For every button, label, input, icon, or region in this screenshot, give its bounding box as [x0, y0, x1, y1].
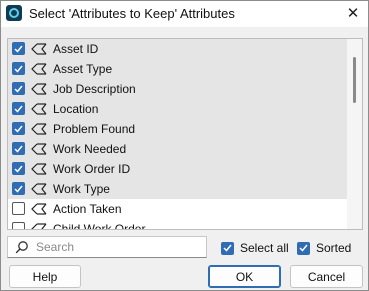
ok-button[interactable]: OK	[208, 265, 281, 288]
attribute-label: Problem Found	[53, 122, 136, 136]
attribute-row[interactable]: Problem Found	[8, 119, 347, 139]
attribute-checkbox[interactable]	[12, 122, 25, 135]
dialog-title: Select 'Attributes to Keep' Attributes	[29, 6, 235, 21]
attribute-checkbox[interactable]	[12, 182, 25, 195]
attribute-checkbox[interactable]	[12, 162, 25, 175]
attribute-row[interactable]: Work Needed	[8, 139, 347, 159]
attribute-checkbox[interactable]	[12, 142, 25, 155]
select-all-option[interactable]: Select all	[221, 240, 289, 256]
attribute-label: Work Order ID	[53, 162, 131, 176]
attribute-tag-icon	[31, 103, 47, 115]
attribute-row[interactable]: Asset ID	[8, 39, 347, 59]
close-icon: ✕	[346, 5, 360, 22]
attribute-label: Asset ID	[53, 42, 99, 56]
attribute-row[interactable]: Work Order ID	[8, 159, 347, 179]
attribute-tag-icon	[31, 183, 47, 195]
attribute-checkbox[interactable]	[12, 42, 25, 55]
title-bar: Select 'Attributes to Keep' Attributes ✕	[1, 1, 368, 27]
attribute-list[interactable]: Asset ID Asset Type Job Description Locatio…	[7, 38, 363, 230]
cancel-button[interactable]: Cancel	[290, 265, 363, 288]
select-all-checkbox[interactable]	[221, 241, 234, 255]
attribute-tag-icon	[31, 143, 47, 155]
attribute-label: Asset Type	[53, 62, 113, 76]
attribute-label: Child Work Order	[53, 222, 146, 230]
attribute-picker-dialog: Select 'Attributes to Keep' Attributes ✕…	[0, 0, 369, 291]
scrollbar-thumb[interactable]	[353, 57, 356, 103]
attribute-tag-icon	[31, 223, 47, 229]
sorted-checkbox[interactable]	[297, 241, 310, 255]
search-input[interactable]	[36, 239, 201, 255]
attribute-tag-icon	[31, 163, 47, 175]
attribute-row[interactable]: Asset Type	[8, 59, 347, 79]
attribute-checkbox[interactable]	[12, 62, 25, 75]
attribute-row[interactable]: Action Taken	[8, 199, 347, 219]
sorted-option[interactable]: Sorted	[297, 240, 351, 256]
attribute-tag-icon	[31, 83, 47, 95]
search-icon	[15, 241, 28, 254]
attribute-checkbox[interactable]	[12, 222, 25, 229]
attribute-label: Work Type	[53, 182, 110, 196]
attribute-checkbox[interactable]	[12, 102, 25, 115]
select-all-label: Select all	[240, 241, 289, 255]
attribute-label: Location	[53, 102, 99, 116]
attribute-label: Job Description	[53, 82, 136, 96]
attribute-checkbox[interactable]	[12, 202, 25, 215]
attribute-checkbox[interactable]	[12, 82, 25, 95]
sorted-label: Sorted	[316, 241, 352, 255]
attribute-row[interactable]: Child Work Order	[8, 219, 347, 230]
attribute-tag-icon	[31, 63, 47, 75]
attribute-tag-icon	[31, 203, 47, 215]
search-box[interactable]	[7, 236, 207, 258]
attribute-row[interactable]: Location	[8, 99, 347, 119]
list-scrollbar[interactable]	[347, 39, 362, 229]
attribute-label: Work Needed	[53, 142, 127, 156]
attribute-tag-icon	[31, 123, 47, 135]
close-button[interactable]: ✕	[342, 3, 364, 23]
attribute-label: Action Taken	[53, 202, 122, 216]
attribute-row[interactable]: Job Description	[8, 79, 347, 99]
help-button[interactable]: Help	[9, 265, 81, 288]
attribute-row[interactable]: Work Type	[8, 179, 347, 199]
attribute-tag-icon	[31, 43, 47, 55]
app-icon	[6, 5, 22, 21]
